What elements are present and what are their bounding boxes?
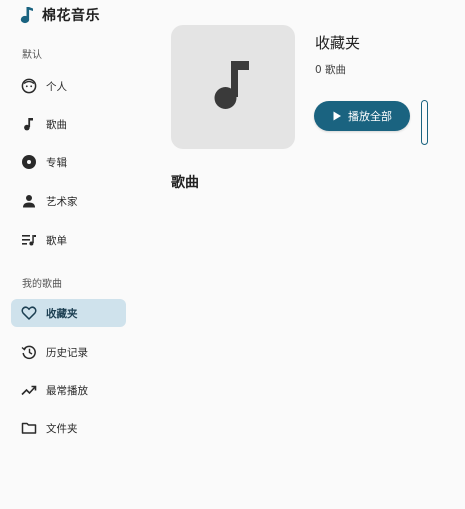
sidebar-item-playlists[interactable]: 歌单 bbox=[11, 226, 126, 254]
app-window: 棉花音乐 默认 个人 歌曲 专辑 艺术家 歌单 我的歌曲 收藏夹 历史记录 最常… bbox=[0, 0, 465, 509]
person-icon bbox=[21, 193, 37, 209]
section-label-default: 默认 bbox=[22, 50, 42, 61]
sidebar-item-artists[interactable]: 艺术家 bbox=[11, 187, 126, 215]
songs-heading: 歌曲 bbox=[171, 175, 199, 191]
sidebar-item-songs[interactable]: 歌曲 bbox=[11, 110, 126, 138]
sidebar: 棉花音乐 默认 个人 歌曲 专辑 艺术家 歌单 我的歌曲 收藏夹 历史记录 最常… bbox=[0, 0, 136, 509]
sidebar-item-albums[interactable]: 专辑 bbox=[11, 148, 126, 176]
album-icon bbox=[21, 154, 37, 170]
sidebar-item-label: 艺术家 bbox=[46, 195, 78, 208]
playlist-icon bbox=[21, 232, 37, 248]
section-label-my-songs: 我的歌曲 bbox=[22, 279, 62, 290]
brand: 棉花音乐 bbox=[20, 4, 100, 26]
drag-handle[interactable] bbox=[421, 100, 428, 145]
sidebar-item-label: 文件夹 bbox=[46, 422, 78, 435]
heart-icon bbox=[21, 305, 37, 321]
music-note-icon bbox=[20, 6, 34, 24]
sidebar-item-label: 最常播放 bbox=[46, 384, 88, 397]
sidebar-item-label: 收藏夹 bbox=[46, 307, 78, 320]
history-icon bbox=[21, 344, 37, 360]
app-title: 棉花音乐 bbox=[42, 8, 100, 24]
sidebar-item-personal[interactable]: 个人 bbox=[11, 72, 126, 100]
sidebar-item-history[interactable]: 历史记录 bbox=[11, 338, 126, 366]
sidebar-item-label: 历史记录 bbox=[46, 346, 88, 359]
sidebar-item-label: 歌单 bbox=[46, 234, 67, 247]
sidebar-item-label: 歌曲 bbox=[46, 118, 67, 131]
face-icon bbox=[21, 78, 37, 94]
playlist-cover bbox=[171, 25, 295, 149]
sidebar-item-favorites[interactable]: 收藏夹 bbox=[11, 299, 126, 327]
sidebar-item-most-played[interactable]: 最常播放 bbox=[11, 376, 126, 404]
sidebar-item-label: 专辑 bbox=[46, 156, 67, 169]
play-all-button[interactable]: 播放全部 bbox=[314, 101, 410, 131]
play-all-label: 播放全部 bbox=[348, 110, 392, 123]
music-note-icon bbox=[211, 57, 255, 117]
folder-icon bbox=[21, 420, 37, 436]
trending-up-icon bbox=[21, 382, 37, 398]
song-count: 0 歌曲 bbox=[315, 64, 347, 76]
sidebar-item-label: 个人 bbox=[46, 80, 67, 93]
play-icon bbox=[332, 111, 342, 121]
music-note-icon bbox=[21, 116, 37, 132]
sidebar-item-folders[interactable]: 文件夹 bbox=[11, 414, 126, 442]
playlist-title: 收藏夹 bbox=[315, 34, 361, 52]
